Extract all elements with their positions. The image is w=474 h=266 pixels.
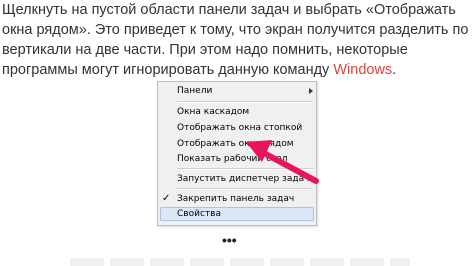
menu-item-stacked[interactable]: Отображать окна стопкой — [177, 122, 302, 134]
cropped-content-strip — [70, 258, 410, 266]
windows-link[interactable]: Windows — [333, 62, 392, 78]
menu-item-task-manager[interactable]: Запустить диспетчер задач — [177, 173, 309, 185]
article-paragraph: Щелкнуть на пустой области панели задач … — [2, 0, 472, 80]
menu-item-lock-taskbar[interactable]: Закрепить панель задач — [177, 193, 294, 205]
menu-separator — [177, 168, 313, 170]
section-divider-dots: ••• — [222, 232, 237, 248]
article-text: Щелкнуть на пустой области панели задач … — [2, 2, 469, 78]
menu-item-toolbars[interactable]: Панели — [177, 85, 315, 97]
menu-item-cascade[interactable]: Окна каскадом — [177, 106, 249, 118]
menu-item-show-desktop[interactable]: Показать рабочий стол — [177, 153, 288, 165]
taskbar-context-menu: Панели Окна каскадом Отображать окна сто… — [157, 81, 317, 226]
article-text-end: . — [392, 62, 397, 78]
checkmark-icon: ✓ — [162, 193, 171, 204]
menu-item-properties[interactable]: Свойства — [177, 208, 221, 220]
menu-item-side-by-side[interactable]: Отображать окна рядом — [177, 138, 294, 150]
menu-separator — [177, 188, 313, 190]
menu-separator — [177, 101, 313, 103]
